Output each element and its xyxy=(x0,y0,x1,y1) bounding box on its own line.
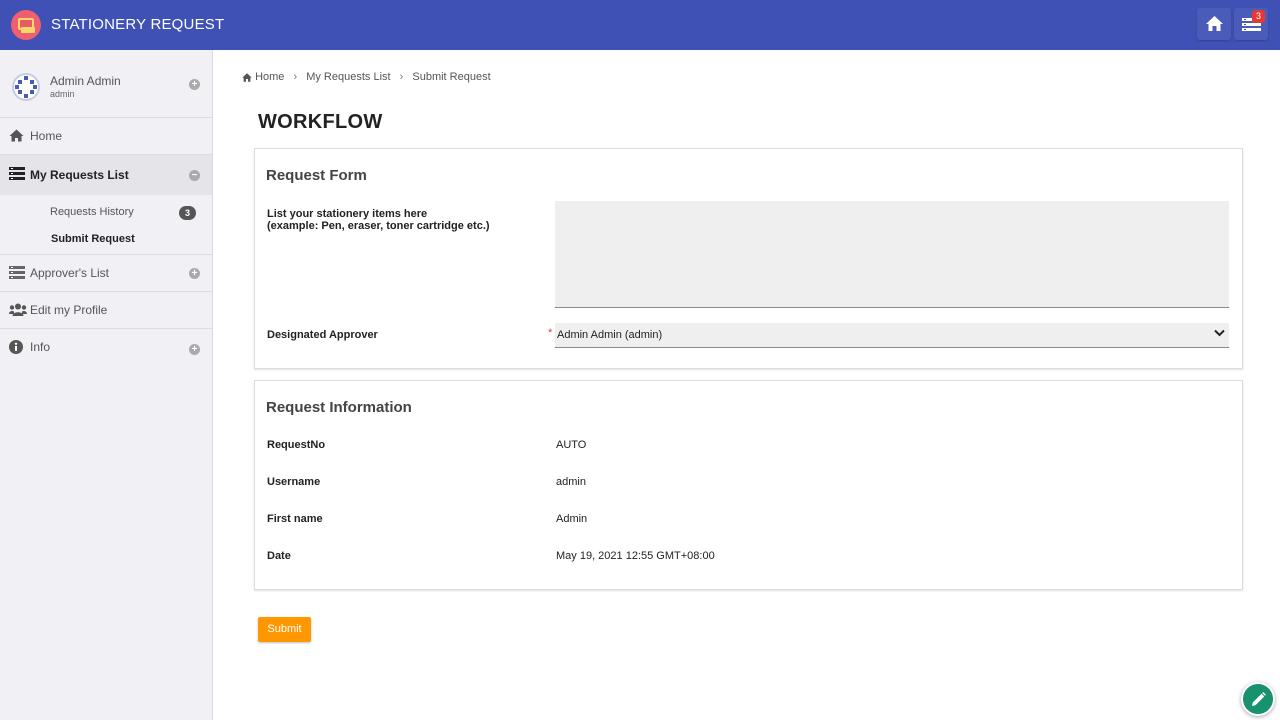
sidebar-item-submit-request[interactable]: Submit Request xyxy=(51,233,135,245)
info-value-requestno: AUTO xyxy=(556,439,587,451)
info-icon xyxy=(9,340,23,354)
items-label-line1: List your stationery items here xyxy=(267,208,428,220)
breadcrumb-my-requests[interactable]: My Requests List xyxy=(306,71,390,83)
pencil-icon xyxy=(1252,692,1266,706)
info-value-username: admin xyxy=(556,476,586,488)
home-button[interactable] xyxy=(1197,8,1231,40)
home-icon xyxy=(9,129,24,142)
sidebar-item-approvers[interactable]: Approver's List + xyxy=(0,255,212,292)
sidebar-item-label: Edit my Profile xyxy=(30,303,108,317)
users-icon xyxy=(9,303,27,316)
sidebar-item-home[interactable]: Home xyxy=(0,118,212,155)
chevron-right-icon: › xyxy=(399,71,404,84)
required-marker: * xyxy=(548,327,553,339)
breadcrumb-home[interactable]: Home xyxy=(255,71,284,83)
chevron-down-icon xyxy=(1214,329,1225,337)
home-icon xyxy=(242,72,252,82)
info-label-requestno: RequestNo xyxy=(267,439,326,451)
sidebar-item-label: My Requests List xyxy=(30,168,129,182)
expand-icon[interactable]: + xyxy=(189,268,200,279)
request-form-heading: Request Form xyxy=(266,167,367,184)
page-title: WORKFLOW xyxy=(258,111,383,133)
list-icon xyxy=(9,266,25,279)
sidebar-item-info[interactable]: Info + xyxy=(0,329,212,369)
user-panel: Admin Admin admin + xyxy=(0,50,212,118)
request-info-heading: Request Information xyxy=(266,399,412,416)
notification-badge: 3 xyxy=(1252,10,1265,23)
collapse-icon[interactable]: − xyxy=(189,170,200,181)
approver-label: Designated Approver xyxy=(267,329,378,341)
sidebar: Admin Admin admin + Home My Requests Lis… xyxy=(0,50,213,720)
sidebar-item-label: Approver's List xyxy=(30,266,109,280)
chevron-right-icon: › xyxy=(293,71,298,84)
items-label-line2: (example: Pen, eraser, toner cartridge e… xyxy=(267,220,490,232)
breadcrumb: Home › My Requests List › Submit Request xyxy=(242,71,491,83)
info-label-username: Username xyxy=(267,476,321,488)
requests-count-badge: 3 xyxy=(179,206,196,220)
user-login: admin xyxy=(50,89,75,99)
avatar[interactable] xyxy=(12,73,40,101)
top-bar: STATIONERY REQUEST 3 xyxy=(0,0,1280,50)
approver-select[interactable]: Admin Admin (admin) xyxy=(555,323,1229,348)
request-form-panel: Request Form List your stationery items … xyxy=(254,148,1243,369)
sidebar-item-label: Info xyxy=(30,340,51,354)
info-label-date: Date xyxy=(267,550,291,562)
app-logo-icon[interactable] xyxy=(11,10,41,40)
sidebar-item-my-requests[interactable]: My Requests List − xyxy=(0,155,212,195)
sidebar-item-edit-profile[interactable]: Edit my Profile xyxy=(0,292,212,329)
home-icon xyxy=(1206,16,1223,31)
breadcrumb-submit-request: Submit Request xyxy=(412,71,491,84)
info-value-firstname: Admin xyxy=(556,513,588,525)
request-info-panel: Request Information RequestNo AUTO Usern… xyxy=(254,380,1243,590)
user-expand-icon[interactable]: + xyxy=(189,79,200,90)
expand-icon[interactable]: + xyxy=(189,344,200,355)
items-textarea[interactable] xyxy=(555,201,1229,308)
sidebar-submenu: Requests History 3 Submit Request xyxy=(0,195,212,255)
approver-selected-value: Admin Admin (admin) xyxy=(557,329,663,341)
app-title[interactable]: STATIONERY REQUEST xyxy=(51,16,224,33)
notifications-button[interactable]: 3 xyxy=(1234,8,1268,40)
edit-fab-button[interactable] xyxy=(1241,682,1275,716)
sidebar-item-requests-history[interactable]: Requests History xyxy=(50,206,134,218)
submit-button[interactable]: Submit xyxy=(258,617,311,642)
info-value-date: May 19, 2021 12:55 GMT+08:00 xyxy=(556,550,715,562)
items-label: List your stationery items here (example… xyxy=(267,208,490,232)
list-icon xyxy=(9,167,25,180)
info-label-firstname: First name xyxy=(267,513,323,525)
user-name: Admin Admin xyxy=(50,74,121,88)
sidebar-item-label: Home xyxy=(30,129,63,143)
